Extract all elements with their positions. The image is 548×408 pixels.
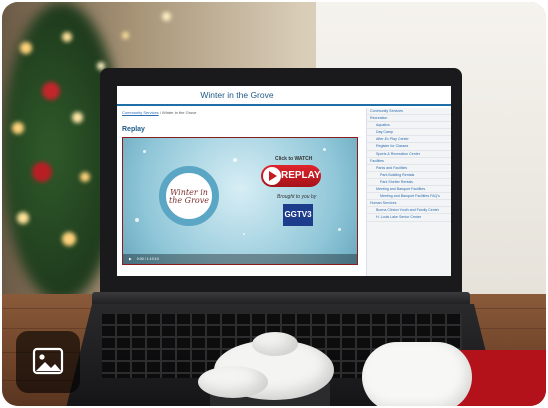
sidebar-item[interactable]: Human Services — [367, 200, 451, 208]
breadcrumb-link[interactable]: Community Services — [122, 110, 159, 115]
wreath-graphic: Winter in the Grove — [159, 166, 219, 226]
video-controls[interactable]: ▶ 0:00 / 1:10:10 — [123, 254, 357, 264]
image-view-button[interactable] — [16, 331, 80, 393]
replay-button[interactable]: REPLAY — [261, 165, 321, 187]
image-icon — [32, 347, 64, 375]
sidebar-nav: Community Services Recreation Aquatics Day … — [366, 108, 451, 276]
breadcrumb: Community Services / Winter in the Grove — [122, 110, 197, 115]
sidebar-item[interactable]: H. Louis Lake Senior Center — [367, 214, 451, 222]
sidebar-item[interactable]: Day Camp — [367, 129, 451, 137]
laptop-hinge — [92, 292, 470, 306]
ggtv-logo: GGTV3 — [283, 204, 313, 226]
sidebar-item[interactable]: Aquatics — [367, 122, 451, 130]
sidebar-item[interactable]: Community Services — [367, 108, 451, 116]
section-title: Replay — [122, 126, 145, 133]
sidebar-item[interactable]: Park Shelter Rentals — [367, 179, 451, 187]
play-icon — [263, 167, 281, 185]
sidebar-item[interactable]: Sports & Recreation Center — [367, 151, 451, 158]
brought-by-text: Brought to you by — [277, 194, 317, 200]
sidebar-item[interactable]: Facilities — [367, 158, 451, 165]
sidebar-item[interactable]: Recreation — [367, 115, 451, 123]
photo-card: Winter in the Grove Community Services /… — [2, 2, 546, 406]
page-title: Winter in the Grove — [200, 90, 274, 100]
sidebar-item[interactable]: Buena Clinton Youth and Family Center — [367, 207, 451, 215]
sidebar-item[interactable]: Meeting and Banquet Facilities — [367, 186, 451, 194]
click-to-watch-text: Click to WATCH — [275, 156, 313, 162]
sidebar-item[interactable]: Meeting and Banquet Facilities FAQ's — [367, 193, 451, 201]
play-control-icon[interactable]: ▶ — [129, 257, 132, 261]
video-player[interactable]: Winter in the Grove Click to WATCH REPLA… — [122, 137, 358, 265]
santa-cuff — [362, 342, 472, 406]
wreath-text: Winter in the Grove — [169, 188, 209, 205]
title-rule — [117, 104, 451, 106]
sidebar-item[interactable]: Park Building Rentals — [367, 172, 451, 179]
sidebar-item[interactable]: Parks and Facilities — [367, 165, 451, 172]
time-display: 0:00 / 1:10:10 — [136, 257, 159, 261]
sidebar-item[interactable]: Register for Classes — [367, 143, 451, 151]
sidebar-item[interactable]: After-Ex Play Center — [367, 136, 451, 144]
santa-glove-thumb — [252, 332, 298, 356]
laptop-screen: Winter in the Grove Community Services /… — [117, 86, 451, 276]
breadcrumb-current: Winter in the Grove — [162, 110, 197, 115]
santa-glove-fingers — [198, 366, 268, 398]
replay-label: REPLAY — [281, 170, 321, 181]
